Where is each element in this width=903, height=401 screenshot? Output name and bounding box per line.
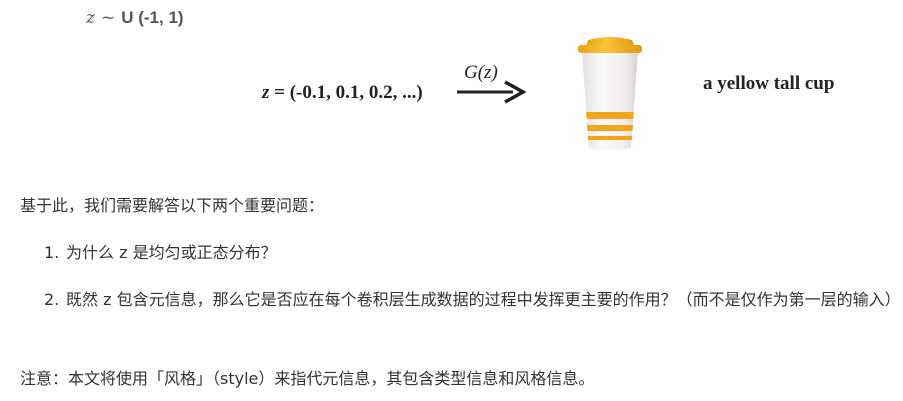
arrow-right-icon (457, 80, 527, 104)
sample-values: = (-0.1, 0.1, 0.2, ...) (269, 82, 423, 103)
list-item-number: 1. (44, 243, 60, 262)
list-item-text: 为什么 z 是均匀或正态分布？ (66, 243, 277, 262)
latent-variable: z (86, 8, 95, 28)
uniform-distribution: U (-1, 1) (121, 8, 184, 27)
list-item: 1. 为什么 z 是均匀或正态分布？ (44, 239, 894, 266)
note-paragraph: 注意：本文将使用「风格」（style）来指代元信息，其包含类型信息和风格信息。 (20, 369, 595, 388)
tilde-symbol: ~ (100, 8, 116, 28)
list-item-number: 2. (44, 290, 60, 309)
latent-distribution: z ~ U (-1, 1) (86, 8, 184, 28)
gan-figure: z ~ U (-1, 1) z = (-0.1, 0.1, 0.2, ...) G(… (0, 0, 903, 170)
latent-sample: z = (-0.1, 0.1, 0.2, ...) (262, 82, 423, 104)
question-list: 1. 为什么 z 是均匀或正态分布？ 2. 既然 z 包含元信息，那么它是否应在… (44, 239, 901, 313)
list-item-text: 既然 z 包含元信息，那么它是否应在每个卷积层生成数据的过程中发挥更主要的作用？… (66, 290, 901, 309)
yellow-cup-image (578, 37, 642, 150)
list-item: 2. 既然 z 包含元信息，那么它是否应在每个卷积层生成数据的过程中发挥更主要的… (44, 286, 901, 313)
intro-paragraph: 基于此，我们需要解答以下两个重要问题： (20, 196, 325, 215)
cup-description-label: a yellow tall cup (703, 73, 835, 94)
